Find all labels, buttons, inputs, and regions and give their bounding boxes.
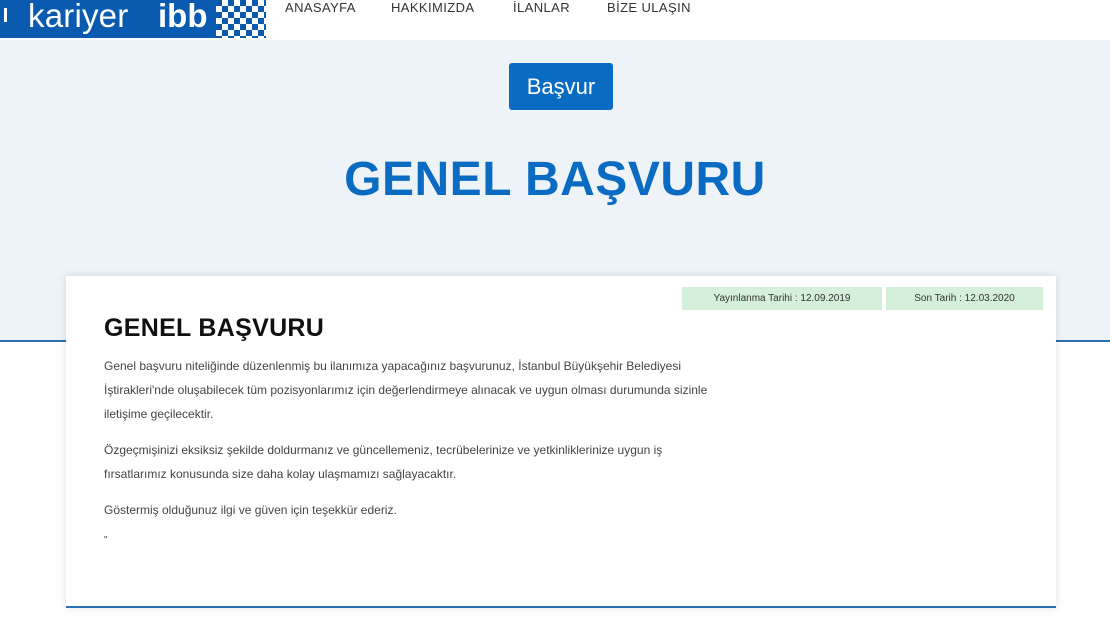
posting-description: Genel başvuru niteliğinde düzenlenmiş bu…	[104, 354, 714, 548]
description-paragraph: Göstermiş olduğunuz ilgi ve güven için t…	[104, 503, 397, 517]
end-date-badge: Son Tarih : 12.03.2020	[886, 287, 1043, 310]
nav-ilanlar[interactable]: İLANLAR	[513, 0, 570, 15]
nav-anasayfa[interactable]: ANASAYFA	[285, 0, 356, 15]
trailing-quote-mark: "	[104, 535, 108, 546]
apply-button[interactable]: Başvur	[509, 63, 613, 110]
description-paragraph: Özgeçmişinizi eksiksiz şekilde doldurman…	[104, 443, 663, 481]
description-paragraph: Genel başvuru niteliğinde düzenlenmiş bu…	[104, 359, 708, 421]
site-header: kariyer ibb ANASAYFA HAKKIMIZDA İLANLAR …	[0, 0, 1110, 40]
nav-hakkimizda[interactable]: HAKKIMIZDA	[391, 0, 474, 15]
logo-kariyer-text: kariyer	[28, 0, 129, 34]
logo-edge-mark	[4, 8, 7, 22]
kariyer-ibb-logo[interactable]: kariyer ibb	[0, 0, 266, 38]
page: kariyer ibb ANASAYFA HAKKIMIZDA İLANLAR …	[0, 0, 1110, 625]
page-title: GENEL BAŞVURU	[344, 153, 766, 206]
published-date-badge: Yayınlanma Tarihi : 12.09.2019	[682, 287, 882, 310]
posting-title: GENEL BAŞVURU	[104, 314, 325, 342]
nav-bize-ulasin[interactable]: BİZE ULAŞIN	[607, 0, 691, 15]
logo-ibb-text: ibb	[158, 0, 208, 34]
job-posting-card: Yayınlanma Tarihi : 12.09.2019 Son Tarih…	[66, 276, 1056, 608]
logo-checker-pattern	[216, 0, 266, 38]
